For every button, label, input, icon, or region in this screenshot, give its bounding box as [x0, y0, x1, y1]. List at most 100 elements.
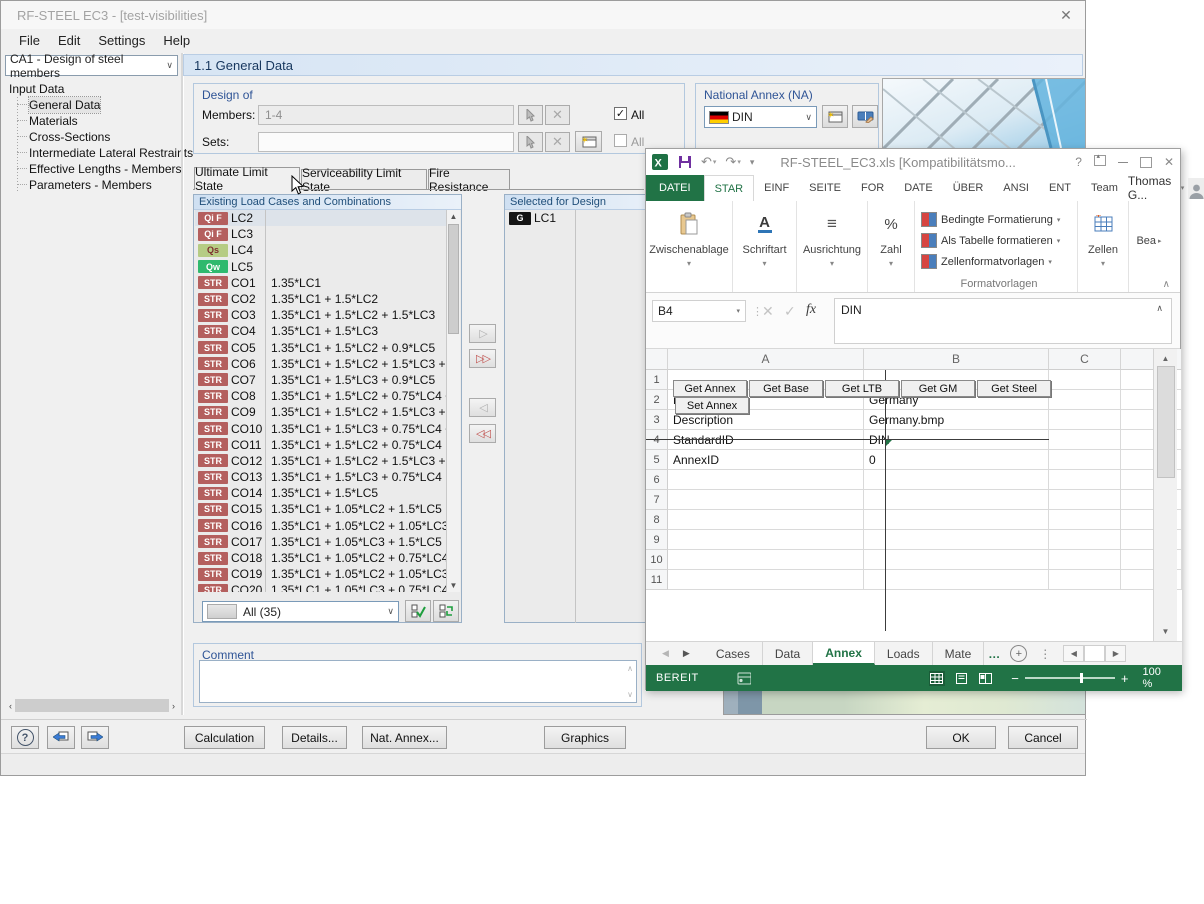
- clipboard-group[interactable]: Zwischenablage ▾: [646, 201, 733, 292]
- styles-menu-item[interactable]: Zellenformatvorlagen ▾: [921, 251, 1060, 272]
- row-header[interactable]: 8: [646, 510, 668, 530]
- row-header[interactable]: 3: [646, 410, 668, 430]
- help-button[interactable]: ?: [11, 726, 39, 749]
- column-header-b[interactable]: B: [864, 349, 1049, 370]
- cell-a[interactable]: StandardID: [668, 430, 864, 450]
- cell-b[interactable]: [864, 550, 1049, 570]
- row-header[interactable]: 5: [646, 450, 668, 470]
- formula-input[interactable]: DIN ∧: [834, 298, 1172, 344]
- sheet-tab[interactable]: Cases: [704, 642, 763, 665]
- row-header[interactable]: 2: [646, 390, 668, 410]
- case-selector-dropdown[interactable]: CA1 - Design of steel members ∨: [5, 55, 178, 76]
- tree-item[interactable]: Effective Lengths - Members: [17, 161, 179, 177]
- ok-button[interactable]: OK: [926, 726, 996, 749]
- load-case-row[interactable]: STR CO7 1.35*LC1 + 1.5*LC3 + 0.9*LC5: [195, 372, 448, 388]
- confirm-entry-icon[interactable]: ✓: [784, 303, 796, 320]
- load-case-filter-dropdown[interactable]: All (35) ∨: [202, 601, 399, 622]
- menu-item[interactable]: Settings: [98, 33, 145, 48]
- ribbon-tab[interactable]: ÜBER: [943, 175, 994, 201]
- grid-row[interactable]: 7: [646, 490, 1182, 510]
- insert-function-icon[interactable]: fx: [806, 302, 816, 318]
- mini-scroll-thumb[interactable]: [1084, 645, 1105, 662]
- cell-c[interactable]: [1049, 450, 1121, 470]
- get-ltb-button[interactable]: Get LTB: [825, 380, 899, 397]
- minimize-icon[interactable]: [1118, 162, 1128, 163]
- ribbon-tab[interactable]: ENT: [1039, 175, 1081, 201]
- calculation-button[interactable]: Calculation: [184, 726, 265, 749]
- load-case-row[interactable]: STR CO6 1.35*LC1 + 1.5*LC2 + 1.5*LC3 + 0…: [195, 356, 448, 372]
- ribbon-tab[interactable]: DATEI: [646, 175, 704, 201]
- cell-c[interactable]: [1049, 530, 1121, 550]
- new-sheet-icon[interactable]: +: [1010, 642, 1027, 665]
- number-group[interactable]: % Zahl ▾: [868, 201, 915, 292]
- styles-menu-item[interactable]: Bedingte Formatierung ▾: [921, 209, 1060, 230]
- load-case-row[interactable]: STR CO17 1.35*LC1 + 1.05*LC3 + 1.5*LC5: [195, 534, 448, 550]
- qat-customize-icon[interactable]: ▾: [750, 157, 755, 168]
- cell-b[interactable]: [864, 570, 1049, 590]
- grid-row[interactable]: 10: [646, 550, 1182, 570]
- load-case-row[interactable]: Qi F LC3: [195, 226, 448, 242]
- scroll-down-icon[interactable]: ▼: [1162, 627, 1170, 636]
- cell-c[interactable]: [1049, 430, 1121, 450]
- cell-b[interactable]: [864, 470, 1049, 490]
- excel-help-icon[interactable]: ?: [1075, 155, 1082, 169]
- national-annex-dropdown[interactable]: DIN ∨: [704, 106, 817, 128]
- cancel-entry-icon[interactable]: ✕: [762, 303, 774, 320]
- column-header-a[interactable]: A: [668, 349, 864, 370]
- cell-a[interactable]: [668, 490, 864, 510]
- grid-row[interactable]: 9: [646, 530, 1182, 550]
- load-case-row[interactable]: STR CO18 1.35*LC1 + 1.05*LC2 + 0.75*LC4 …: [195, 550, 448, 566]
- load-case-row[interactable]: Qi F LC2: [195, 210, 448, 226]
- ribbon-tab[interactable]: ANSI: [993, 175, 1039, 201]
- column-header-c[interactable]: C: [1049, 349, 1121, 370]
- load-case-row[interactable]: STR CO16 1.35*LC1 + 1.05*LC2 + 1.05*LC3 …: [195, 518, 448, 534]
- cell-c[interactable]: [1049, 550, 1121, 570]
- sets-pick-button[interactable]: [518, 132, 543, 152]
- row-header[interactable]: 1: [646, 370, 668, 390]
- load-case-row[interactable]: STR CO9 1.35*LC1 + 1.5*LC2 + 1.5*LC3 + 0…: [195, 404, 448, 420]
- ribbon-tab[interactable]: STAR: [704, 175, 755, 201]
- load-case-list[interactable]: Qi F LC2 Qi F LC3 Qs LC4: [195, 210, 448, 592]
- ribbon-display-icon[interactable]: ▴: [1094, 155, 1106, 169]
- cell-a[interactable]: AnnexID: [668, 450, 864, 470]
- grid-row[interactable]: 11: [646, 570, 1182, 590]
- name-box[interactable]: B4 ▾: [652, 300, 746, 322]
- load-case-row[interactable]: STR CO1 1.35*LC1: [195, 275, 448, 291]
- grid-row[interactable]: 4 StandardID DIN: [646, 430, 1182, 450]
- scrollbar-thumb[interactable]: [448, 224, 459, 334]
- account-menu[interactable]: Thomas G... ▾: [1128, 175, 1204, 201]
- members-pick-button[interactable]: [518, 105, 543, 125]
- select-all-corner[interactable]: [646, 349, 668, 370]
- add-all-button[interactable]: ▷▷: [469, 349, 496, 368]
- sheet-tab[interactable]: Loads: [875, 642, 933, 665]
- tree-item[interactable]: General Data: [17, 97, 179, 113]
- selected-row[interactable]: G LC1: [506, 210, 662, 226]
- cell-c[interactable]: [1049, 390, 1121, 410]
- undo-icon[interactable]: ↶: [701, 154, 712, 170]
- invert-selection-button[interactable]: [433, 600, 459, 622]
- sets-input[interactable]: [258, 132, 514, 152]
- zoom-slider-thumb[interactable]: [1080, 673, 1083, 683]
- new-annex-button[interactable]: ✶: [822, 105, 848, 128]
- scroll-down-icon[interactable]: ▼: [450, 581, 458, 590]
- load-case-row[interactable]: STR CO15 1.35*LC1 + 1.05*LC2 + 1.5*LC5: [195, 501, 448, 517]
- load-case-row[interactable]: STR CO5 1.35*LC1 + 1.5*LC2 + 0.9*LC5: [195, 340, 448, 356]
- tab-ultimate-limit-state[interactable]: Ultimate Limit State: [194, 167, 300, 190]
- load-case-row[interactable]: STR CO13 1.35*LC1 + 1.5*LC3 + 0.75*LC4: [195, 469, 448, 485]
- edit-annex-button[interactable]: [852, 105, 878, 128]
- members-all-checkbox[interactable]: ✓: [614, 107, 627, 120]
- normal-view-icon[interactable]: [929, 671, 945, 686]
- menu-item[interactable]: Help: [163, 33, 190, 48]
- mini-scroll-right-icon[interactable]: ▶: [1105, 645, 1126, 662]
- rf-titlebar[interactable]: RF-STEEL EC3 - [test-visibilities]: [1, 1, 1085, 29]
- get-gm-button[interactable]: Get GM: [901, 380, 975, 397]
- get-base-button[interactable]: Get Base: [749, 380, 823, 397]
- select-all-button[interactable]: [405, 600, 431, 622]
- scrollbar-thumb[interactable]: [15, 699, 169, 712]
- sheet-nav-right-icon[interactable]: ▶: [683, 642, 690, 665]
- cell-b[interactable]: [864, 530, 1049, 550]
- font-group[interactable]: A Schriftart ▾: [733, 201, 797, 292]
- load-case-row[interactable]: STR CO14 1.35*LC1 + 1.5*LC5: [195, 485, 448, 501]
- remove-one-button[interactable]: ◁: [469, 398, 496, 417]
- restore-icon[interactable]: [1140, 157, 1152, 168]
